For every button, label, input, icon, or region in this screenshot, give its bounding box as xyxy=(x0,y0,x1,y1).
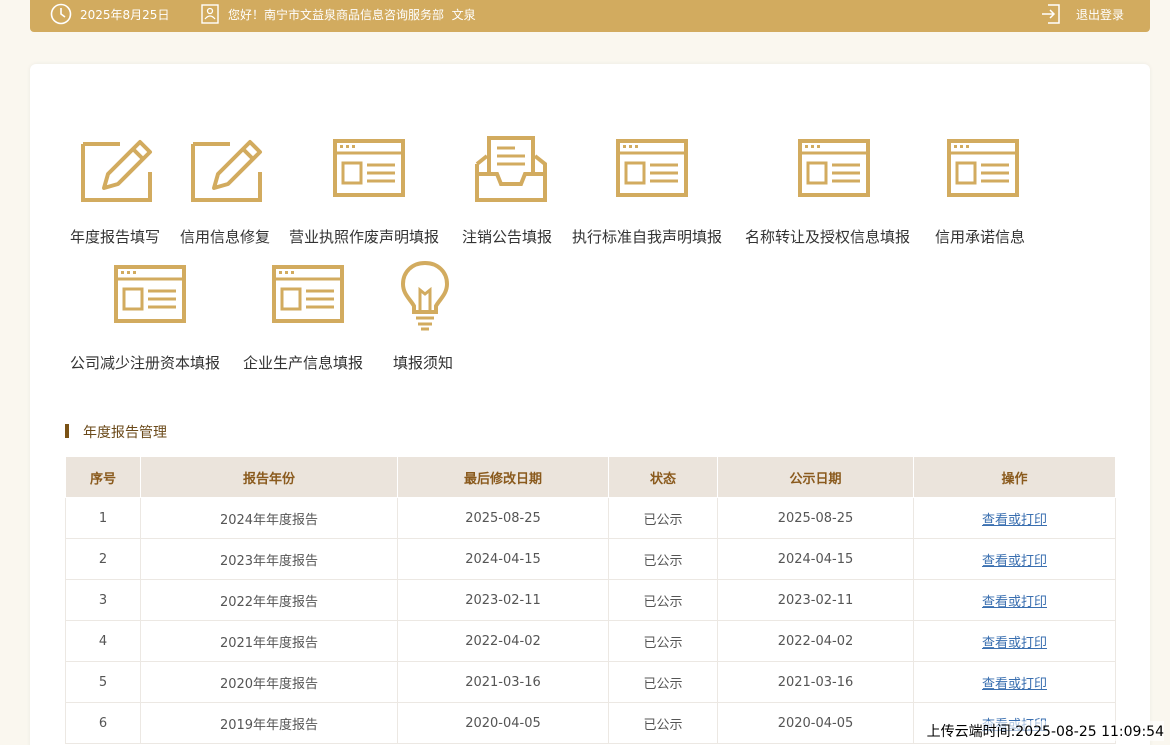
tile-label: 信用承诺信息 xyxy=(935,228,1026,246)
column-header-publish-date: 公示日期 xyxy=(717,456,914,498)
cell-modified: 2021-03-16 xyxy=(397,661,609,703)
view-print-link[interactable]: 查看或打印 xyxy=(982,677,1047,692)
cell-index: 4 xyxy=(65,620,141,662)
cell-status: 已公示 xyxy=(608,620,718,662)
cell-status: 已公示 xyxy=(608,538,718,580)
main-panel: 年度报告填写 信用信息修复 营业执照作废声明填报 注销公告填报 执行标准自我声明… xyxy=(30,64,1150,745)
annual-report-table: 序号 报告年份 最后修改日期 状态 公示日期 操作 1 2024年年度报告 20… xyxy=(65,456,1116,744)
cell-modified: 2024-04-15 xyxy=(397,538,609,580)
cell-year: 2024年年度报告 xyxy=(140,497,398,539)
cell-year: 2019年年度报告 xyxy=(140,702,398,744)
column-header-index: 序号 xyxy=(65,456,141,498)
cell-publish-date: 2025-08-25 xyxy=(717,497,914,539)
cell-publish-date: 2022-04-02 xyxy=(717,620,914,662)
tile-label: 名称转让及授权信息填报 xyxy=(745,228,911,246)
cell-status: 已公示 xyxy=(608,579,718,621)
column-header-action: 操作 xyxy=(913,456,1116,498)
tile-label: 营业执照作废声明填报 xyxy=(289,228,440,246)
form-icon xyxy=(947,139,1019,197)
lightbulb-icon xyxy=(400,260,450,331)
date-text: 2025年8月25日 xyxy=(80,7,170,22)
cell-status: 已公示 xyxy=(608,661,718,703)
table-row: 2 2023年年度报告 2024-04-15 已公示 2024-04-15 查看… xyxy=(65,538,1116,580)
view-print-link[interactable]: 查看或打印 xyxy=(982,554,1047,569)
cell-year: 2022年年度报告 xyxy=(140,579,398,621)
table-row: 4 2021年年度报告 2022-04-02 已公示 2022-04-02 查看… xyxy=(65,620,1116,662)
clock-icon xyxy=(50,3,72,25)
cell-index: 6 xyxy=(65,702,141,744)
tile-label: 企业生产信息填报 xyxy=(243,354,364,372)
user-badge-icon xyxy=(201,4,219,24)
view-print-link[interactable]: 查看或打印 xyxy=(982,595,1047,610)
upload-timestamp-watermark: 上传云端时间:2025-08-25 11:09:54 xyxy=(926,721,1164,741)
tile-label: 年度报告填写 xyxy=(70,228,161,246)
table-header-row: 序号 报告年份 最后修改日期 状态 公示日期 操作 xyxy=(65,456,1116,498)
date-display: 2025年8月25日 xyxy=(50,0,169,28)
cell-modified: 2022-04-02 xyxy=(397,620,609,662)
section-title: 年度报告管理 xyxy=(65,422,167,442)
cell-action: 查看或打印 xyxy=(913,497,1116,539)
cell-action: 查看或打印 xyxy=(913,661,1116,703)
inbox-icon xyxy=(475,136,547,202)
column-header-status: 状态 xyxy=(608,456,718,498)
cell-modified: 2025-08-25 xyxy=(397,497,609,539)
column-header-modified: 最后修改日期 xyxy=(397,456,609,498)
greeting: 您好！南宁市文益泉商品信息咨询服务部 文泉 xyxy=(200,0,476,28)
cell-publish-date: 2024-04-15 xyxy=(717,538,914,580)
cell-year: 2021年年度报告 xyxy=(140,620,398,662)
logout-label: 退出登录 xyxy=(1076,7,1125,22)
cell-modified: 2023-02-11 xyxy=(397,579,609,621)
table-row: 1 2024年年度报告 2025-08-25 已公示 2025-08-25 查看… xyxy=(65,497,1116,539)
tile-label: 填报须知 xyxy=(393,354,454,372)
table-row: 5 2020年年度报告 2021-03-16 已公示 2021-03-16 查看… xyxy=(65,661,1116,703)
form-icon xyxy=(114,265,186,323)
view-print-link[interactable]: 查看或打印 xyxy=(982,636,1047,651)
cell-index: 3 xyxy=(65,579,141,621)
table-row: 3 2022年年度报告 2023-02-11 已公示 2023-02-11 查看… xyxy=(65,579,1116,621)
form-icon xyxy=(616,139,688,197)
form-icon xyxy=(798,139,870,197)
tile-label: 公司减少注册资本填报 xyxy=(70,354,221,372)
cell-index: 5 xyxy=(65,661,141,703)
top-bar: 2025年8月25日 您好！南宁市文益泉商品信息咨询服务部 文泉 退出登录 xyxy=(30,0,1150,32)
cell-status: 已公示 xyxy=(608,702,718,744)
cell-year: 2020年年度报告 xyxy=(140,661,398,703)
cell-year: 2023年年度报告 xyxy=(140,538,398,580)
cell-publish-date: 2020-04-05 xyxy=(717,702,914,744)
cell-action: 查看或打印 xyxy=(913,538,1116,580)
cell-modified: 2020-04-05 xyxy=(397,702,609,744)
cell-action: 查看或打印 xyxy=(913,579,1116,621)
tile-label: 执行标准自我声明填报 xyxy=(572,228,723,246)
tile-label: 信用信息修复 xyxy=(180,228,271,246)
logout-icon xyxy=(1042,4,1060,24)
form-icon xyxy=(272,265,344,323)
cell-index: 1 xyxy=(65,497,141,539)
cell-status: 已公示 xyxy=(608,497,718,539)
cell-publish-date: 2023-02-11 xyxy=(717,579,914,621)
cell-publish-date: 2021-03-16 xyxy=(717,661,914,703)
column-header-year: 报告年份 xyxy=(140,456,398,498)
cell-index: 2 xyxy=(65,538,141,580)
logout-button[interactable]: 退出登录 xyxy=(1040,0,1124,28)
tile-label: 注销公告填报 xyxy=(462,228,553,246)
view-print-link[interactable]: 查看或打印 xyxy=(982,513,1047,528)
form-icon xyxy=(333,139,405,197)
edit-icon xyxy=(191,140,262,202)
cell-action: 查看或打印 xyxy=(913,620,1116,662)
greeting-text: 您好！南宁市文益泉商品信息咨询服务部 文泉 xyxy=(228,7,476,22)
edit-icon xyxy=(81,140,152,202)
